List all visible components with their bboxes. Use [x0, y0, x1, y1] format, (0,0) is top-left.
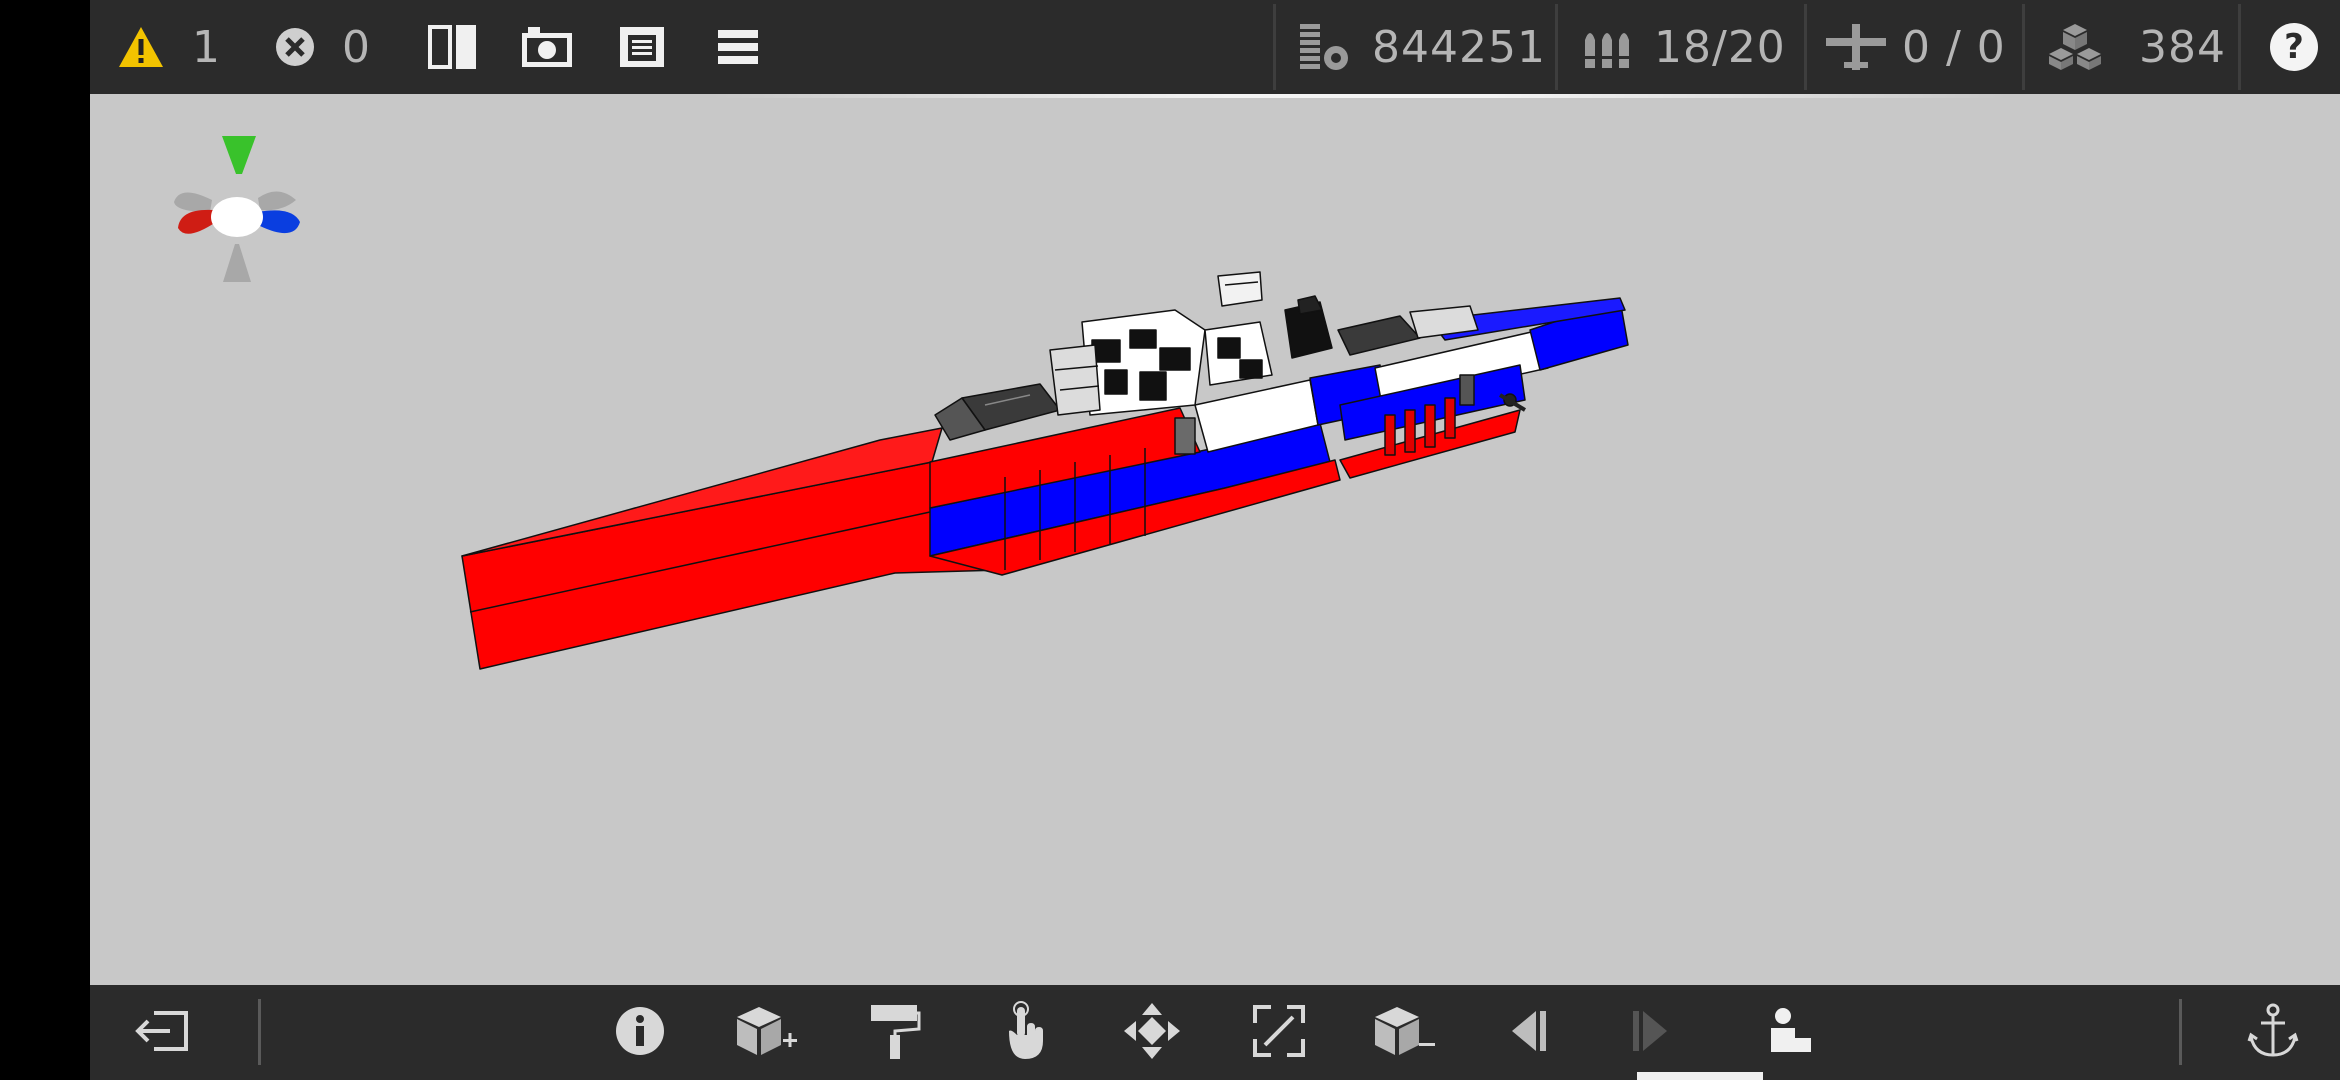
anchor-icon: [2247, 1003, 2299, 1063]
toolbar-divider: [1273, 4, 1276, 90]
bottom-toolbar: [90, 985, 2340, 1080]
coin-stack-icon: [1298, 22, 1354, 72]
parts-display: 384: [2047, 0, 2226, 94]
toolbar-divider: [2179, 999, 2182, 1065]
camera-icon: [520, 25, 574, 69]
hand-pointer-icon: [1003, 1000, 1047, 1065]
warnings-counter[interactable]: 1: [118, 0, 221, 94]
mirror-button[interactable]: [426, 0, 480, 94]
error-x-icon: [274, 26, 316, 68]
toolbar-divider: [2022, 4, 2025, 90]
toolbar-divider: [1555, 4, 1558, 90]
add-block-button[interactable]: [722, 985, 812, 1080]
select-button[interactable]: [980, 985, 1070, 1080]
info-button[interactable]: [595, 985, 685, 1080]
mirror-split-icon: [426, 23, 480, 71]
hamburger-menu-icon: [716, 27, 760, 67]
screenshot-button[interactable]: [520, 0, 574, 94]
previous-button[interactable]: [1483, 985, 1573, 1080]
move-button[interactable]: [1107, 985, 1197, 1080]
blocks-icon: [2047, 22, 2103, 72]
exit-icon: [134, 1007, 190, 1059]
toolbar-divider: [2238, 4, 2241, 90]
3d-viewport[interactable]: [90, 94, 2340, 985]
save-icon: [618, 25, 666, 69]
add-block-icon: [735, 1003, 799, 1063]
previous-icon: [1506, 1007, 1550, 1059]
crew-seat-icon: [1765, 1006, 1815, 1060]
left-black-strip: [0, 0, 90, 1080]
active-tool-indicator: [1637, 1072, 1763, 1080]
toolbar-divider: [1804, 4, 1807, 90]
help-icon: ?: [2270, 23, 2318, 71]
next-button[interactable]: [1606, 985, 1696, 1080]
cost-display: 844251: [1298, 0, 1546, 94]
ammo-shells-icon: [1582, 24, 1634, 70]
remove-block-button[interactable]: [1360, 985, 1450, 1080]
errors-counter[interactable]: 0: [274, 0, 371, 94]
paint-button[interactable]: [850, 985, 940, 1080]
next-icon: [1629, 1007, 1673, 1059]
ship-model[interactable]: [90, 94, 2340, 985]
parts-count: 384: [2139, 21, 2226, 73]
save-button[interactable]: [618, 0, 666, 94]
exit-button[interactable]: [117, 985, 207, 1080]
help-button[interactable]: ?: [2270, 0, 2318, 94]
ammo-display: 18/20: [1582, 0, 1786, 94]
cost-value: 844251: [1372, 21, 1546, 73]
resize-button[interactable]: [1234, 985, 1324, 1080]
info-icon: [614, 1005, 666, 1061]
resize-icon: [1251, 1003, 1307, 1063]
aircraft-value: 0 / 0: [1902, 21, 2006, 73]
ammo-value: 18/20: [1654, 21, 1786, 73]
main-menu-button[interactable]: [716, 0, 760, 94]
aircraft-display: 0 / 0: [1824, 0, 2006, 94]
toolbar-divider: [258, 999, 261, 1065]
anchor-button[interactable]: [2228, 985, 2318, 1080]
airplane-icon: [1824, 22, 1888, 72]
warnings-count: 1: [192, 21, 221, 73]
crew-button[interactable]: [1745, 985, 1835, 1080]
move-arrows-icon: [1122, 1001, 1182, 1065]
warning-triangle-icon: [118, 25, 164, 69]
top-toolbar: 1 0 844251 18/20 0 / 0 384 ?: [90, 0, 2340, 94]
remove-block-icon: [1373, 1003, 1437, 1063]
errors-count: 0: [342, 21, 371, 73]
paint-roller-icon: [869, 1001, 921, 1065]
help-glyph: ?: [2284, 27, 2304, 67]
